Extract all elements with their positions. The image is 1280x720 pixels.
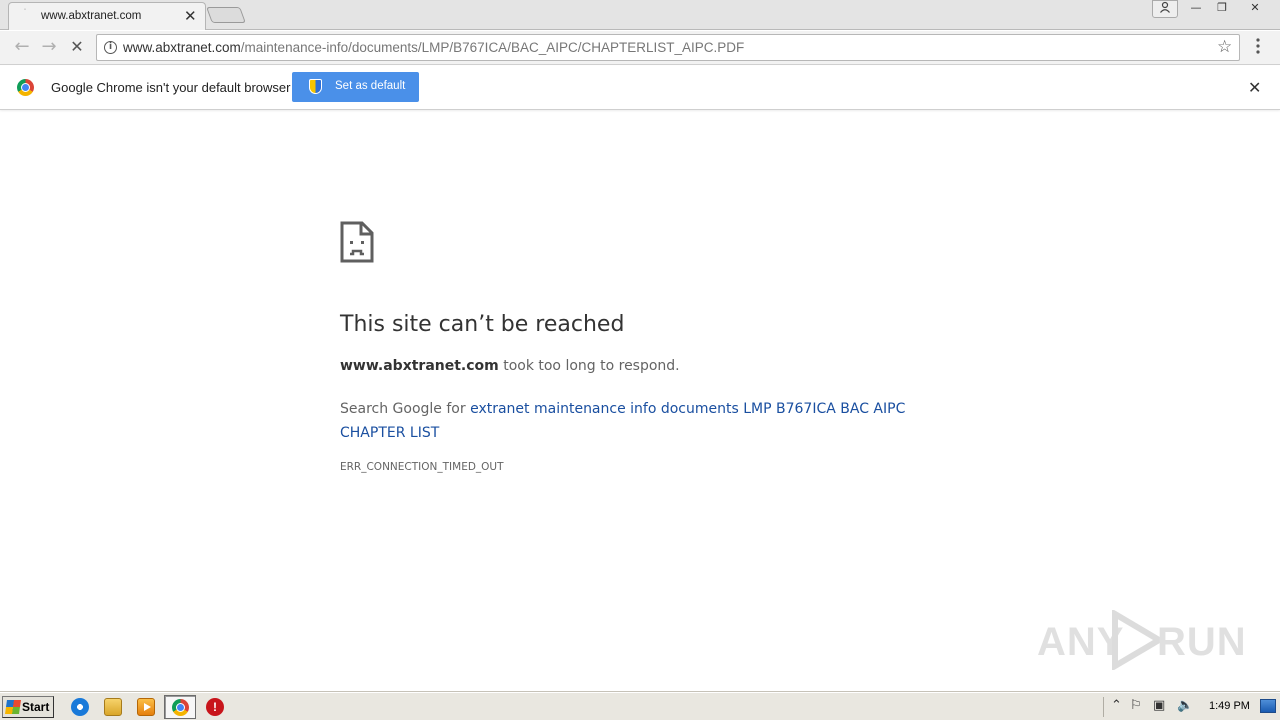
chrome-taskbar-icon (172, 699, 189, 716)
error-detail-text: took too long to respond. (498, 358, 680, 374)
minimize-icon[interactable]: — (1184, 0, 1208, 18)
forward-arrow-icon[interactable]: → (38, 36, 60, 58)
network-icon[interactable]: ▣ (1153, 698, 1165, 713)
tab-close-icon[interactable]: ✕ (184, 7, 197, 25)
play-logo-icon (1112, 610, 1163, 670)
start-label: Start (22, 700, 50, 714)
start-button[interactable]: Start (2, 696, 54, 718)
menu-dots-icon[interactable] (1250, 38, 1266, 58)
back-arrow-icon[interactable]: ← (11, 36, 33, 58)
error-code: ERR_CONNECTION_TIMED_OUT (340, 461, 504, 473)
search-suggestion: Search Google for extranet maintenance i… (340, 397, 950, 445)
error-host: www.abxtranet.com (340, 358, 499, 374)
default-browser-infobar: Google Chrome isn't your default browser… (0, 66, 1280, 110)
show-hidden-icons-icon[interactable]: ⌃ (1111, 698, 1122, 713)
stop-loading-icon[interactable]: ✕ (66, 36, 88, 58)
clock[interactable]: 1:49 PM (1209, 700, 1250, 712)
uac-shield-icon (309, 79, 322, 94)
anyrun-watermark: ANY RUN (1037, 608, 1246, 672)
error-title: This site can’t be reached (340, 312, 625, 337)
profile-icon[interactable] (1152, 0, 1178, 18)
chrome-logo-icon (17, 79, 34, 96)
file-explorer-icon[interactable] (104, 698, 122, 716)
toolbar: ← → ✕ i www.abxtranet.com/maintenance-in… (0, 31, 1280, 65)
info-icon[interactable]: i (104, 41, 117, 54)
error-detail: www.abxtranet.com took too long to respo… (340, 358, 680, 374)
url-host: www.abxtranet.com (123, 40, 241, 55)
address-bar[interactable]: i www.abxtranet.com/maintenance-info/doc… (96, 34, 1240, 61)
tab-strip: ˙ www.abxtranet.com ✕ — ❐ ✕ (0, 0, 1280, 30)
loading-favicon-icon: ˙ (23, 8, 27, 17)
browser-window: ˙ www.abxtranet.com ✕ — ❐ ✕ ← → ✕ i www.… (0, 0, 1280, 720)
search-prefix: Search Google for (340, 401, 471, 417)
tab-active[interactable]: ˙ www.abxtranet.com ✕ (8, 2, 206, 30)
set-as-default-button[interactable]: Set as default (292, 72, 419, 102)
system-tray: ⌃ ⚐ ▣ 🔈 1:49 PM (1103, 695, 1280, 719)
url-path: /maintenance-info/documents/LMP/B767ICA/… (240, 40, 745, 55)
tab-title: www.abxtranet.com (41, 10, 142, 22)
infobar-message: Google Chrome isn't your default browser (51, 80, 291, 95)
stop-sign-icon[interactable]: ! (206, 698, 224, 716)
new-tab-button[interactable] (206, 7, 246, 23)
sad-page-icon (340, 221, 374, 263)
taskbar-chrome-button[interactable] (164, 695, 196, 719)
restore-icon[interactable]: ❐ (1210, 0, 1234, 18)
windows-logo-icon (5, 700, 21, 714)
tray-separator (1103, 697, 1104, 717)
internet-explorer-icon[interactable] (71, 698, 89, 716)
bookmark-star-icon[interactable]: ☆ (1217, 37, 1232, 57)
url-text[interactable]: www.abxtranet.com/maintenance-info/docum… (123, 40, 744, 55)
infobar-close-icon[interactable]: ✕ (1248, 78, 1261, 97)
watermark-right-text: RUN (1157, 620, 1247, 664)
set-as-default-label: Set as default (335, 80, 406, 92)
taskbar: Start ! ⌃ ⚐ ▣ 🔈 1:49 PM (0, 692, 1280, 720)
show-desktop-icon[interactable] (1260, 699, 1276, 713)
volume-icon[interactable]: 🔈 (1177, 698, 1193, 713)
media-player-icon[interactable] (137, 698, 155, 716)
action-center-flag-icon[interactable]: ⚐ (1130, 698, 1142, 713)
window-close-icon[interactable]: ✕ (1236, 0, 1274, 18)
